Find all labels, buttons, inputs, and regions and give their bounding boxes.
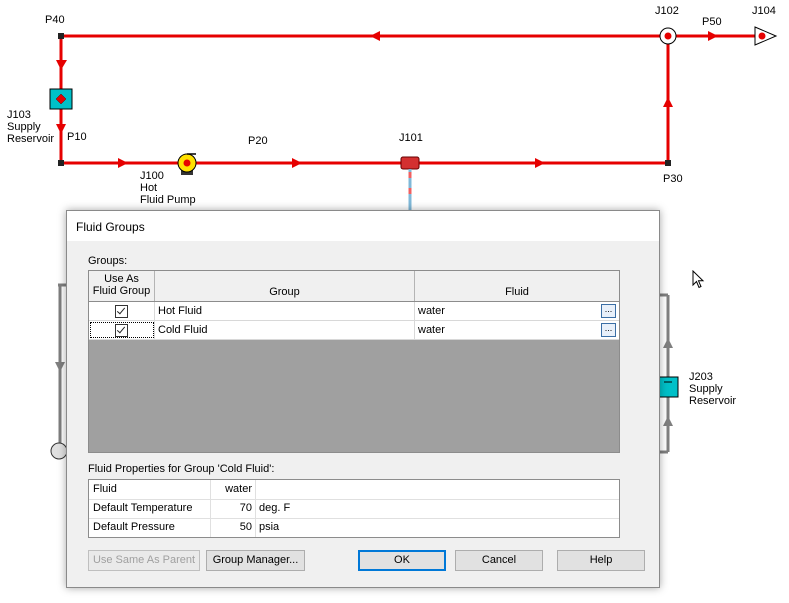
col-header-use-as-line1: Use As: [104, 273, 139, 285]
label-j203-line2: Reservoir: [689, 395, 736, 407]
use-as-fluid-group-checkbox[interactable]: [115, 305, 128, 318]
j100-pump-icon[interactable]: [177, 153, 197, 175]
j203-reservoir-icon[interactable]: [657, 376, 679, 398]
property-name: Fluid: [89, 480, 211, 499]
label-j203-line1: Supply: [689, 383, 723, 395]
label-j103-line1: Supply: [7, 121, 41, 133]
table-row[interactable]: Cold Fluid water ...: [89, 321, 619, 340]
groups-caption: Groups:: [88, 255, 128, 267]
label-j103-line2: Reservoir: [7, 133, 54, 145]
row-checkbox-cell: [89, 321, 155, 339]
label-j103-id: J103: [7, 109, 31, 121]
label-p40: P40: [45, 14, 65, 26]
junction-nodes[interactable]: [58, 33, 671, 166]
ok-button[interactable]: OK: [358, 550, 446, 571]
fluid-browse-button[interactable]: ...: [601, 304, 616, 318]
use-as-fluid-group-checkbox[interactable]: [115, 324, 128, 337]
fluid-cell[interactable]: water: [415, 302, 619, 320]
flow-arrows: [56, 31, 718, 168]
property-value[interactable]: 50: [211, 518, 254, 537]
row-checkbox-cell: [89, 302, 155, 320]
col-header-use-as-fluid-group[interactable]: Use As Fluid Group: [89, 271, 155, 301]
label-p20: P20: [248, 135, 268, 147]
col-header-group[interactable]: Group: [155, 271, 415, 301]
label-j101: J101: [399, 132, 423, 144]
property-value[interactable]: water: [211, 480, 254, 499]
j102-junction-icon[interactable]: [659, 27, 677, 45]
table-row[interactable]: Hot Fluid water ...: [89, 302, 619, 321]
group-manager-button[interactable]: Group Manager...: [206, 550, 305, 571]
label-p50: P50: [702, 16, 722, 28]
group-name-cell[interactable]: Cold Fluid: [155, 321, 415, 339]
fluid-properties-caption: Fluid Properties for Group 'Cold Fluid':: [88, 463, 275, 475]
j103-reservoir-icon[interactable]: [49, 88, 73, 110]
use-same-as-parent-button[interactable]: Use Same As Parent: [88, 550, 200, 571]
col-header-fluid-label: Fluid: [505, 286, 529, 298]
fluid-browse-button[interactable]: ...: [601, 323, 616, 337]
property-name: Default Pressure: [89, 518, 211, 537]
col-header-use-as-line2: Fluid Group: [92, 285, 151, 297]
cold-flow-arrow: [55, 362, 65, 372]
mouse-cursor-icon: [692, 270, 705, 289]
col-header-group-label: Group: [269, 286, 300, 298]
label-j100-id: J100: [140, 170, 164, 182]
property-unit: deg. F: [255, 499, 619, 518]
property-row: Fluid water: [89, 480, 619, 500]
help-button[interactable]: Help: [557, 550, 645, 571]
cancel-button[interactable]: Cancel: [455, 550, 543, 571]
label-j100-line2: Fluid Pump: [140, 194, 196, 206]
property-name: Default Temperature: [89, 499, 211, 518]
property-row: Default Temperature 70 deg. F: [89, 499, 619, 519]
property-unit: [255, 480, 619, 499]
label-p30: P30: [663, 173, 683, 185]
property-unit: psia: [255, 518, 619, 537]
dialog-titlebar[interactable]: Fluid Groups: [67, 211, 659, 241]
group-name-cell[interactable]: Hot Fluid: [155, 302, 415, 320]
groups-grid: Use As Fluid Group Group Fluid Hot Fluid …: [88, 270, 620, 453]
col-header-fluid[interactable]: Fluid: [415, 271, 619, 301]
label-j100-line1: Hot: [140, 182, 157, 194]
cold-flow-arrow-right: [663, 338, 673, 348]
cold-junction-node[interactable]: [50, 442, 68, 460]
fluid-groups-dialog: Fluid Groups Groups: Use As Fluid Group G…: [66, 210, 660, 588]
label-p10: P10: [67, 131, 87, 143]
cold-flow-arrow-right-2: [663, 416, 673, 426]
label-j104: J104: [752, 5, 776, 17]
property-row: Default Pressure 50 psia: [89, 518, 619, 537]
groups-grid-header: Use As Fluid Group Group Fluid: [89, 271, 619, 302]
j104-pressure-icon[interactable]: [754, 26, 778, 46]
label-j102: J102: [655, 5, 679, 17]
j101-heat-exchanger-icon[interactable]: [400, 156, 420, 210]
fluid-cell[interactable]: water: [415, 321, 619, 339]
label-j203-id: J203: [689, 371, 713, 383]
fluid-properties-table: Fluid water Default Temperature 70 deg. …: [88, 479, 620, 538]
dialog-title: Fluid Groups: [76, 220, 145, 234]
property-value[interactable]: 70: [211, 499, 254, 518]
